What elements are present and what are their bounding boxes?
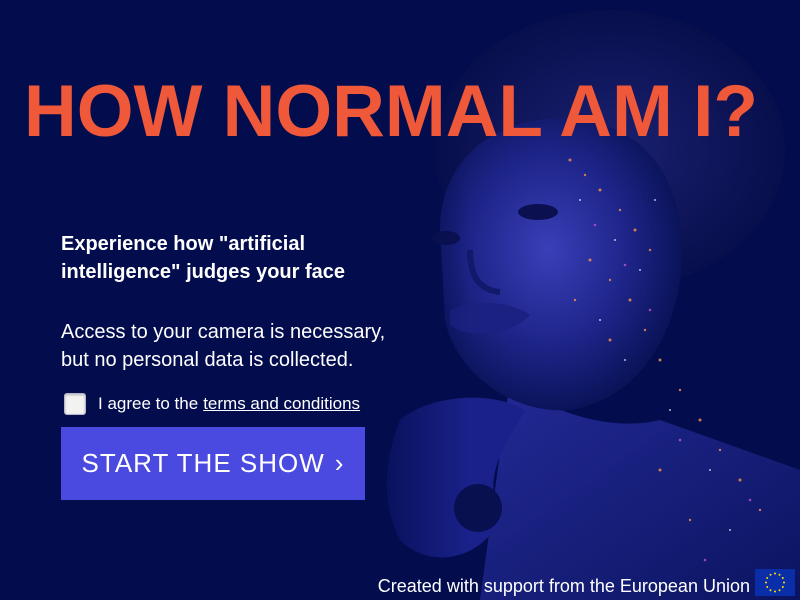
start-the-show-button[interactable]: START THE SHOW › — [61, 427, 365, 500]
start-button-label: START THE SHOW — [81, 448, 325, 478]
intro-subheading: Experience how "artificial intelligence"… — [61, 233, 346, 283]
page-title: HOW NORMAL AM I? — [24, 71, 758, 152]
chevron-right-icon: › — [334, 448, 345, 478]
consent-label: I agree to the — [98, 394, 199, 413]
landing-page: HOW NORMAL AM I? Experience how "artific… — [0, 0, 800, 600]
camera-notice: Access to your camera is necessary, but … — [61, 321, 386, 371]
eu-support-credit: Created with support from the European U… — [377, 576, 750, 596]
terms-and-conditions-link[interactable]: terms and conditions — [203, 394, 360, 414]
terms-consent-row: I agree to the terms and conditions — [64, 393, 360, 415]
eu-flag-icon — [755, 569, 795, 596]
checkbox-unchecked-icon[interactable] — [64, 393, 86, 415]
